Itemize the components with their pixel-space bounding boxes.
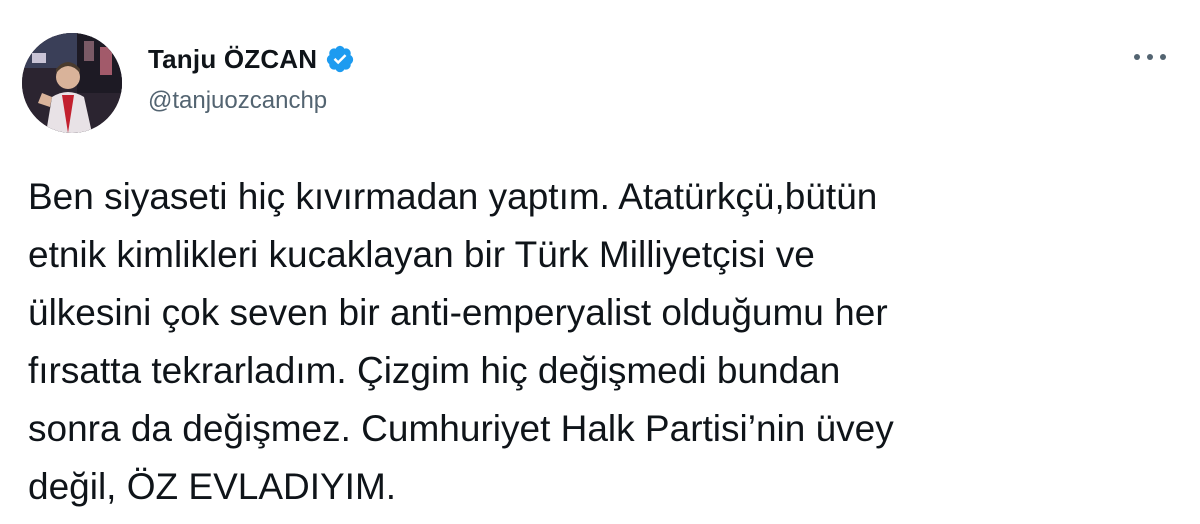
tweet-text-line: Ben siyaseti hiç kıvırmadan yaptım. Atat… [28,176,878,217]
tweet-text-line: sonra da değişmez. Cumhuriyet Halk Parti… [28,408,894,449]
tweet-header: Tanju ÖZCAN @tanjuozcanchp [22,33,355,133]
tweet-text-line: değil, ÖZ EVLADIYIM. [28,466,397,507]
author-display-name[interactable]: Tanju ÖZCAN [148,44,317,75]
tweet-card: Tanju ÖZCAN @tanjuozcanchp Ben siyaseti … [0,0,1200,524]
avatar[interactable] [22,33,122,133]
more-options-button[interactable] [1130,42,1170,72]
tweet-text-line: etnik kimlikleri kucaklayan bir Türk Mil… [28,234,815,275]
verified-badge-icon [325,44,355,74]
avatar-image [22,33,122,133]
author-handle[interactable]: @tanjuozcanchp [148,87,355,115]
display-name-row: Tanju ÖZCAN [148,43,355,75]
more-horizontal-icon [1134,54,1166,60]
tweet-text-line: ülkesini çok seven bir anti-emperyalist … [28,292,888,333]
tweet-text-line: fırsatta tekrarladım. Çizgim hiç değişme… [28,350,841,391]
tweet-text: Ben siyaseti hiç kıvırmadan yaptım. Atat… [28,168,1178,516]
author-names: Tanju ÖZCAN @tanjuozcanchp [148,43,355,115]
